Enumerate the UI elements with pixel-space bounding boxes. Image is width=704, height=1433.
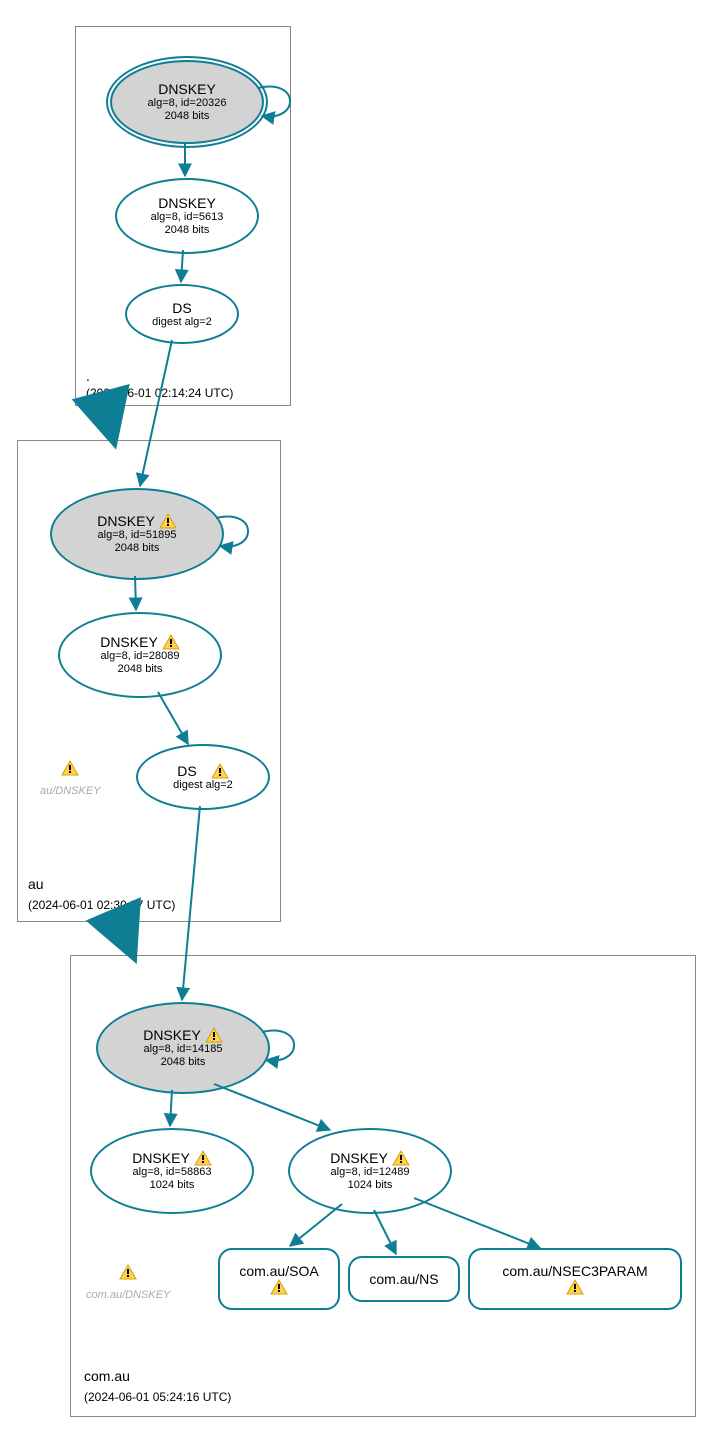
node-title: DNSKEY: [97, 513, 155, 529]
node-sub1: alg=8, id=28089: [101, 650, 180, 663]
warning-icon: [119, 1264, 137, 1280]
zone-au-ts: (2024-06-01 02:30:37 UTC): [28, 898, 175, 912]
warning-icon: [270, 1279, 288, 1295]
node-sub1: digest alg=2: [173, 779, 233, 792]
node-sub1: alg=8, id=5613: [151, 211, 224, 224]
node-title: DNSKEY: [132, 1150, 190, 1166]
zone-warn-label: au/DNSKEY: [40, 785, 101, 797]
node-title: DNSKEY: [330, 1150, 388, 1166]
node-sub2: 1024 bits: [348, 1179, 393, 1192]
root-ds: DS digest alg=2: [125, 284, 239, 344]
node-sub2: 1024 bits: [150, 1179, 195, 1192]
zone-comau-name: com.au: [84, 1368, 130, 1384]
node-title: DNSKEY: [143, 1027, 201, 1043]
warning-icon: [205, 1027, 223, 1043]
zone-au-name: au: [28, 876, 44, 892]
node-sub1: alg=8, id=58863: [133, 1166, 212, 1179]
node-sub1: alg=8, id=51895: [98, 529, 177, 542]
node-sub2: 2048 bits: [161, 1056, 206, 1069]
warning-icon: [392, 1150, 410, 1166]
comau-zsk2-dnskey: DNSKEY alg=8, id=12489 1024 bits: [288, 1128, 452, 1214]
node-sub2: 2048 bits: [118, 663, 163, 676]
comau-ns-rrset: com.au/NS: [348, 1256, 460, 1302]
node-sub1: alg=8, id=20326: [148, 97, 227, 110]
warning-icon: [566, 1279, 584, 1295]
node-sub1: alg=8, id=12489: [331, 1166, 410, 1179]
comau-soa-rrset: com.au/SOA: [218, 1248, 340, 1310]
node-title: DNSKEY: [158, 81, 216, 97]
comau-ksk-dnskey: DNSKEY alg=8, id=14185 2048 bits: [96, 1002, 270, 1094]
zone-comau-ts: (2024-06-01 05:24:16 UTC): [84, 1390, 231, 1404]
node-sub2: 2048 bits: [115, 542, 160, 555]
warning-icon: [211, 763, 229, 779]
warning-icon: [159, 513, 177, 529]
node-title: DNSKEY: [100, 634, 158, 650]
node-sub1: digest alg=2: [152, 316, 212, 329]
warning-icon: [194, 1150, 212, 1166]
au-ksk-dnskey: DNSKEY alg=8, id=51895 2048 bits: [50, 488, 224, 580]
node-sub1: alg=8, id=14185: [144, 1043, 223, 1056]
node-title: com.au/NSEC3PARAM: [502, 1263, 647, 1279]
node-title: DS: [177, 763, 196, 779]
warning-icon: [61, 760, 79, 776]
comau-dnskey-warning: com.au/DNSKEY: [86, 1264, 170, 1303]
zone-warn-label: com.au/DNSKEY: [86, 1289, 170, 1301]
au-dnskey-warning: au/DNSKEY: [40, 760, 101, 799]
root-ksk-dnskey: DNSKEY alg=8, id=20326 2048 bits: [110, 60, 264, 144]
au-ds: DS digest alg=2: [136, 744, 270, 810]
comau-nsec3param-rrset: com.au/NSEC3PARAM: [468, 1248, 682, 1310]
node-title: DNSKEY: [158, 195, 216, 211]
warning-icon: [162, 634, 180, 650]
node-title: DS: [172, 300, 191, 316]
node-title: com.au/SOA: [239, 1263, 318, 1279]
node-sub2: 2048 bits: [165, 110, 210, 123]
node-title: com.au/NS: [369, 1271, 438, 1287]
root-zsk-dnskey: DNSKEY alg=8, id=5613 2048 bits: [115, 178, 259, 254]
node-sub2: 2048 bits: [165, 224, 210, 237]
zone-root-name: .: [86, 368, 90, 384]
zone-root-ts: (2024-06-01 02:14:24 UTC): [86, 386, 233, 400]
au-zsk-dnskey: DNSKEY alg=8, id=28089 2048 bits: [58, 612, 222, 698]
comau-zsk1-dnskey: DNSKEY alg=8, id=58863 1024 bits: [90, 1128, 254, 1214]
